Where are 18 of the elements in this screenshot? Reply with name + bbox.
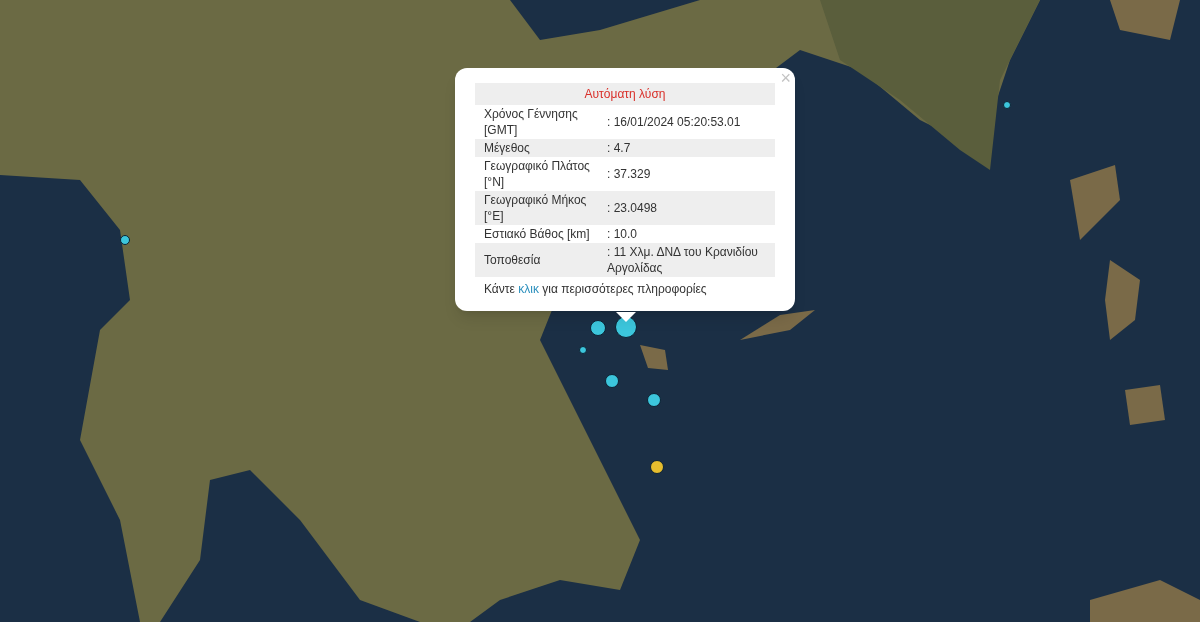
field-label: Εστιακό Βάθος [km] [483,226,591,242]
earthquake-marker[interactable] [579,346,587,354]
popup-title: Αυτόματη λύση [475,83,775,105]
field-value: : 11 Χλμ. ΔΝΔ του Κρανιδίου Αργολίδας [607,244,759,276]
field-label: Γεωγραφικό Μήκος [°E] [483,192,588,224]
field-value: : 10.0 [607,226,639,242]
field-value: : 37.329 [607,166,652,182]
more-info-link[interactable]: κλικ [518,282,539,296]
field-label: Γεωγραφικό Πλάτος [°N] [483,158,591,190]
field-value: : 23.0498 [607,200,659,216]
field-value: : 16/01/2024 05:20:53.01 [607,114,742,130]
more-info-text: Κάντε κλικ για περισσότερες πληροφορίες [483,281,708,298]
field-label: Τοποθεσία [483,252,542,268]
field-value: : 4.7 [607,140,632,156]
field-label: Μέγεθος [483,140,531,156]
earthquake-marker[interactable] [120,235,130,245]
field-label: Χρόνος Γέννησης [GMT] [483,106,579,138]
earthquake-marker[interactable] [1003,101,1011,109]
